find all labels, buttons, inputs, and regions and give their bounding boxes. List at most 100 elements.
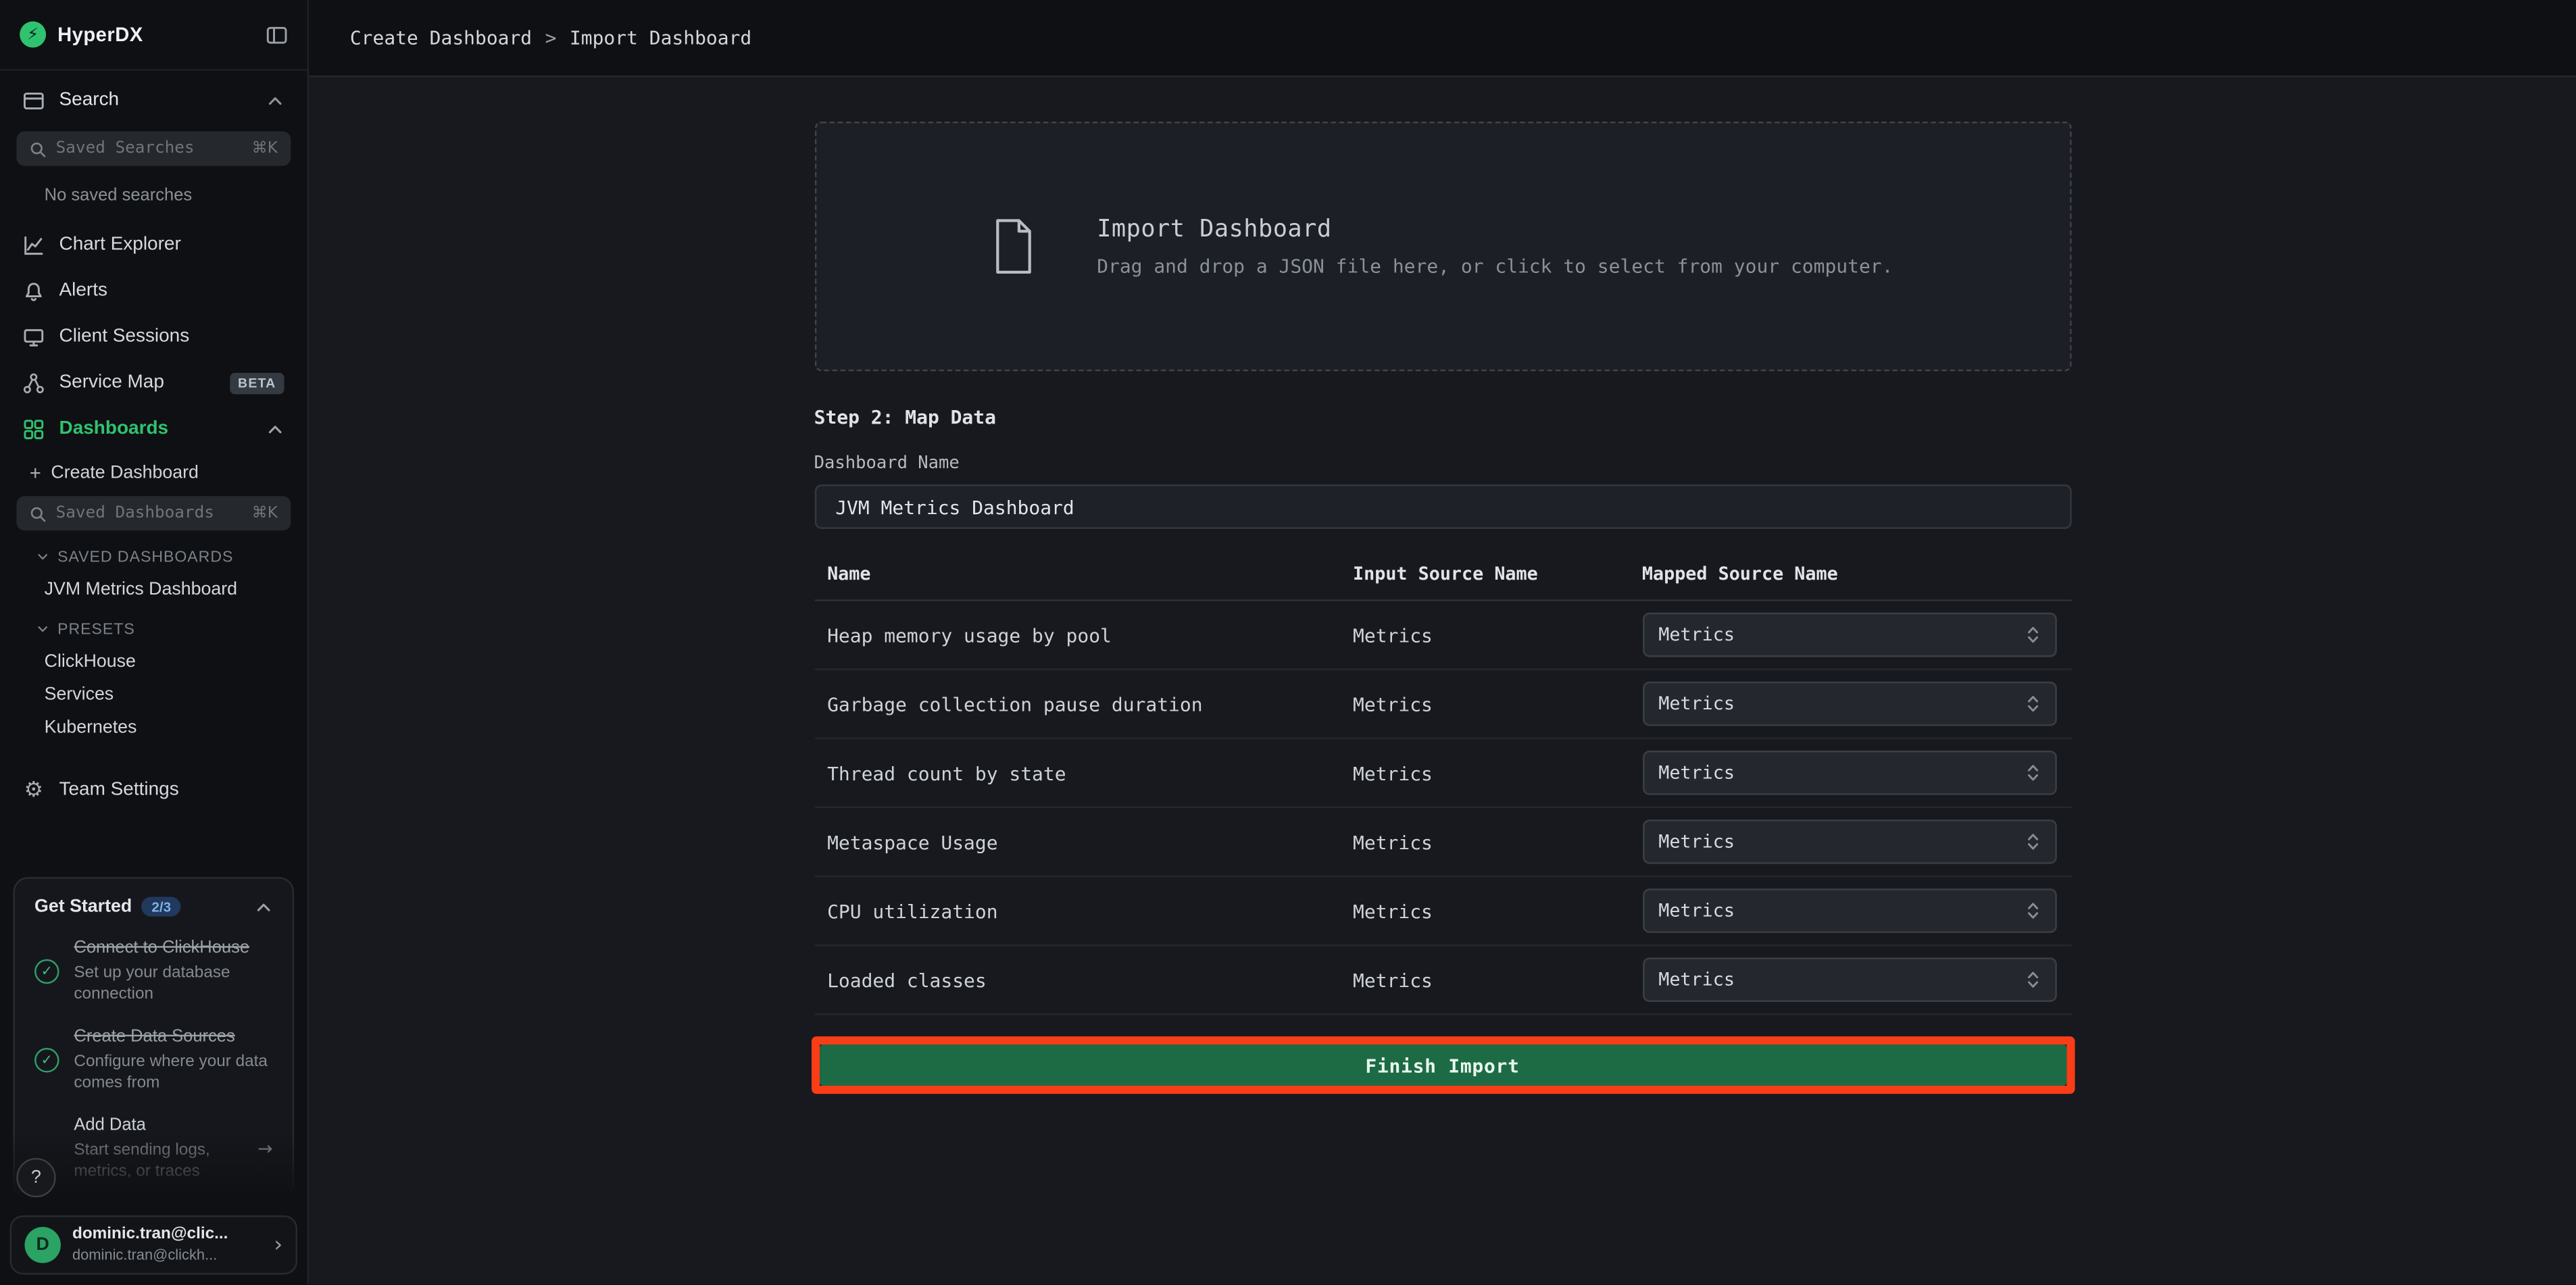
user-name: dominic.tran@clic... (72, 1226, 263, 1246)
select-value: Metrics (1658, 969, 1735, 990)
import-dropzone[interactable]: Import Dashboard Drag and drop a JSON fi… (814, 122, 2071, 372)
main-area: Create Dashboard > Import Dashboard Impo… (309, 0, 2576, 1285)
input-source-name: Metrics (1340, 830, 1629, 853)
section-header-label: PRESETS (57, 620, 135, 638)
user-email: dominic.tran@clickh... (72, 1246, 263, 1265)
dashboard-name-label: Dashboard Name (814, 453, 2071, 473)
table-row: CPU utilization Metrics Metrics (814, 877, 2071, 946)
chart-name: Garbage collection pause duration (814, 692, 1340, 715)
progress-badge: 2/3 (142, 897, 181, 917)
create-dashboard-label: Create Dashboard (51, 463, 199, 483)
column-header-input-source: Input Source Name (1340, 563, 1629, 585)
saved-searches-input[interactable]: Saved Searches ⌘K (16, 131, 291, 166)
select-chevrons-icon (2025, 900, 2039, 922)
table-row: Metaspace Usage Metrics Metrics (814, 808, 2071, 877)
gear-icon: ⚙ (23, 780, 45, 801)
select-value: Metrics (1658, 624, 1735, 646)
search-section-label: Search (59, 91, 120, 110)
chart-name: Heap memory usage by pool (814, 624, 1340, 647)
mapped-source-select[interactable]: Metrics (1642, 820, 2056, 864)
saved-searches-placeholder: Saved Searches (56, 140, 242, 158)
select-value: Metrics (1658, 693, 1735, 715)
finish-import-button[interactable]: Finish Import (819, 1044, 2066, 1086)
dropzone-subtitle: Drag and drop a JSON file here, or click… (1097, 254, 1893, 277)
dashboard-item-jvm-metrics[interactable]: JVM Metrics Dashboard (0, 573, 307, 606)
select-value: Metrics (1658, 831, 1735, 853)
nav-label: Dashboards (59, 419, 169, 438)
select-chevrons-icon (2025, 969, 2039, 990)
get-started-item-add-data[interactable]: Add Data Start sending logs, metrics, or… (34, 1115, 273, 1183)
saved-dashboards-section-header[interactable]: SAVED DASHBOARDS (0, 540, 307, 574)
get-started-header[interactable]: Get Started 2/3 (34, 897, 273, 917)
select-chevrons-icon (2025, 831, 2039, 853)
sidebar-item-chart-explorer[interactable]: Chart Explorer (0, 222, 307, 268)
preset-item-kubernetes[interactable]: Kubernetes (0, 711, 307, 745)
arrow-right-icon: → (257, 1138, 272, 1160)
sidebar-collapse-icon[interactable] (266, 24, 288, 45)
task-title: Add Data (74, 1115, 243, 1135)
select-chevrons-icon (2025, 624, 2039, 646)
column-header-name: Name (814, 563, 1340, 585)
annotation-highlight-box: Finish Import (811, 1036, 2075, 1094)
select-chevrons-icon (2025, 693, 2039, 715)
task-description: Configure where your data comes from (74, 1052, 272, 1094)
chart-name: Metaspace Usage (814, 830, 1340, 853)
select-value: Metrics (1658, 762, 1735, 784)
mapped-source-select[interactable]: Metrics (1642, 957, 2056, 1002)
mapped-source-select[interactable]: Metrics (1642, 682, 2056, 726)
nav-label: Service Map (59, 373, 164, 393)
service-map-icon (23, 372, 45, 394)
breadcrumb-separator: > (545, 26, 557, 49)
chart-name: Loaded classes (814, 968, 1340, 991)
step-heading: Step 2: Map Data (814, 405, 2071, 428)
sidebar-item-alerts[interactable]: Alerts (0, 268, 307, 313)
user-menu[interactable]: D dominic.tran@clic... dominic.tran@clic… (10, 1216, 297, 1276)
dashboards-grid-icon (23, 418, 45, 440)
preset-item-clickhouse[interactable]: ClickHouse (0, 645, 307, 678)
sidebar-item-team-settings[interactable]: ⚙ Team Settings (0, 767, 307, 813)
nav-label: Alerts (59, 281, 107, 301)
presets-section-header[interactable]: PRESETS (0, 613, 307, 646)
chart-name: CPU utilization (814, 899, 1340, 922)
app-title: HyperDX (57, 23, 143, 46)
nav-label: Chart Explorer (59, 235, 181, 255)
mapped-source-select[interactable]: Metrics (1642, 613, 2056, 657)
task-description: Start sending logs, metrics, or traces (74, 1140, 243, 1183)
table-header-row: Name Input Source Name Mapped Source Nam… (814, 550, 2071, 601)
input-source-name: Metrics (1340, 624, 1629, 647)
chart-icon (23, 234, 45, 255)
create-dashboard-button[interactable]: + Create Dashboard (0, 452, 307, 495)
sidebar-item-service-map[interactable]: Service Map BETA (0, 359, 307, 405)
task-title: Connect to ClickHouse (74, 938, 272, 958)
sidebar-section-search[interactable]: Search (0, 71, 307, 130)
saved-dashboards-input[interactable]: Saved Dashboards ⌘K (16, 496, 291, 530)
get-started-item-connect[interactable]: ✓ Connect to ClickHouse Set up your data… (34, 938, 273, 1006)
sidebar-header: ⚡ HyperDX (0, 0, 307, 71)
check-circle-icon: ✓ (34, 959, 59, 984)
sidebar-item-client-sessions[interactable]: Client Sessions (0, 313, 307, 359)
get-started-panel: Get Started 2/3 ✓ Connect to ClickHouse … (13, 878, 294, 1199)
check-circle-icon: ✓ (34, 1049, 59, 1073)
mapped-source-select[interactable]: Metrics (1642, 888, 2056, 933)
shortcut-hint: ⌘K (252, 140, 278, 158)
column-header-mapped-source: Mapped Source Name (1629, 563, 2071, 585)
plus-icon: + (30, 461, 41, 484)
get-started-item-sources[interactable]: ✓ Create Data Sources Configure where yo… (34, 1027, 273, 1094)
dashboard-name-input[interactable] (814, 484, 2071, 529)
preset-item-services[interactable]: Services (0, 678, 307, 711)
no-saved-searches-text: No saved searches (45, 186, 307, 205)
breadcrumb-import-dashboard[interactable]: Import Dashboard (570, 26, 751, 49)
user-avatar: D (24, 1228, 60, 1263)
nav-label: Client Sessions (59, 327, 190, 347)
chevron-up-icon[interactable] (255, 898, 273, 916)
chevron-up-icon[interactable] (266, 91, 284, 109)
app-window: ⚡ HyperDX Search Saved Searches ⌘K No sa… (0, 0, 2576, 1285)
table-row: Heap memory usage by pool Metrics Metric… (814, 601, 2071, 670)
breadcrumb-create-dashboard[interactable]: Create Dashboard (350, 26, 532, 49)
chevron-up-icon[interactable] (266, 420, 284, 438)
mapped-source-select[interactable]: Metrics (1642, 751, 2056, 795)
page-content: Import Dashboard Drag and drop a JSON fi… (309, 77, 2576, 1285)
input-source-name: Metrics (1340, 899, 1629, 922)
input-source-name: Metrics (1340, 692, 1629, 715)
sidebar-item-dashboards[interactable]: Dashboards (0, 405, 307, 451)
